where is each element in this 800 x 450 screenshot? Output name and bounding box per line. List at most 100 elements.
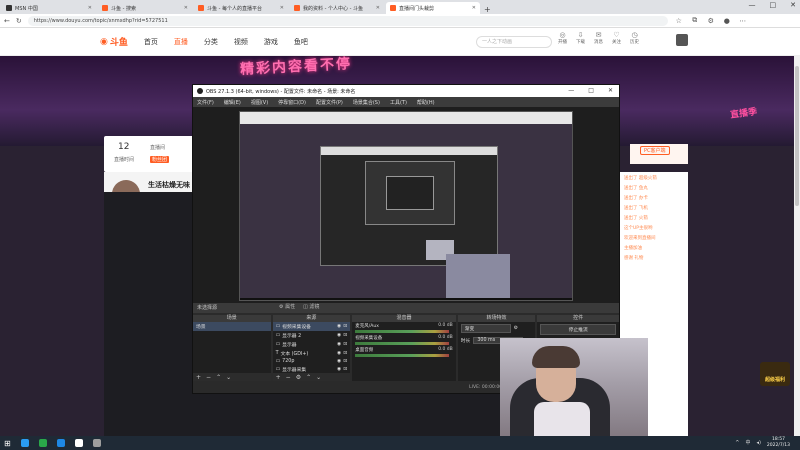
obs-close-button[interactable]: ✕ [608,87,613,94]
lock-icon[interactable]: ⊡ [343,342,347,347]
obs-maximize-button[interactable]: □ [588,87,594,94]
messages-button[interactable]: ✉ 消息 [594,31,603,45]
lock-icon[interactable]: ⊡ [343,324,347,329]
download-button[interactable]: ⇩ 下载 [576,31,585,45]
volume-meter[interactable] [355,342,449,345]
obs-minimize-button[interactable]: — [568,87,574,94]
taskbar-clock[interactable]: 18:57 2022/7/13 [767,437,790,448]
user-avatar[interactable] [676,34,688,46]
gear-icon[interactable]: ⚙ [296,374,301,381]
tray-chevron-icon[interactable]: ^ [735,440,739,446]
more-icon[interactable]: ⋯ [738,17,748,25]
lock-icon[interactable]: ⊡ [343,359,347,364]
star-icon[interactable]: ☆ [674,17,684,25]
close-window-button[interactable]: ✕ [790,1,796,9]
input-method-icon[interactable]: 中 [745,439,750,446]
history-button[interactable]: ◷ 历史 [630,31,639,45]
down-icon[interactable]: ⌄ [316,374,321,381]
obs-preview[interactable] [193,107,619,303]
side-promo-badge[interactable]: 超级福利 [760,362,790,386]
stop-streaming-button[interactable]: 停止推流 [540,324,616,335]
eye-icon[interactable]: ◉ [337,351,341,356]
obs-menu-item[interactable]: 文件(F) [197,99,214,106]
start-live-button[interactable]: ◎ 开播 [558,31,567,45]
volume-icon[interactable]: ◂) [756,440,760,446]
lock-icon[interactable]: ⊡ [343,351,347,356]
obs-menu-item[interactable]: 视图(V) [251,99,268,106]
close-icon[interactable]: ✕ [376,5,380,11]
down-icon[interactable]: ⌄ [226,374,231,381]
properties-button[interactable]: ⚙ 属性 [279,303,295,310]
browser-tab[interactable]: 斗鱼 - 每个人的直播平台 ✕ [194,2,288,14]
refresh-icon[interactable]: ↻ [16,17,22,25]
lock-icon[interactable]: ⊡ [343,333,347,338]
transition-select[interactable]: 渐变 [460,324,511,333]
fan-club-badge[interactable]: 粉丝团 [150,156,170,163]
obs-menu-item[interactable]: 工具(T) [390,99,407,106]
lock-icon[interactable]: ⊡ [343,367,347,372]
up-icon[interactable]: ⌃ [216,374,221,381]
browser-tab[interactable]: 斗鱼 - 搜索 ✕ [98,2,192,14]
maximize-button[interactable]: □ [770,1,777,9]
follow-list-button[interactable]: ♡ 关注 [612,31,621,45]
eye-icon[interactable]: ◉ [337,324,341,329]
new-tab-button[interactable]: + [480,5,495,14]
close-icon[interactable]: ✕ [184,5,188,11]
close-icon[interactable]: ✕ [280,5,284,11]
gear-icon[interactable]: ⚙ [514,326,518,331]
scene-item[interactable]: 场景 [193,322,271,331]
eye-icon[interactable]: ◉ [337,342,341,347]
windows-start-icon[interactable]: ⊞ [4,439,11,448]
taskbar-app-icon[interactable] [74,439,83,447]
obs-menu-item[interactable]: 编辑(E) [224,99,241,106]
preview-canvas[interactable] [239,111,573,301]
nav-category[interactable]: 分类 [204,37,218,47]
add-icon[interactable]: + [196,374,201,381]
volume-meter[interactable] [355,330,449,333]
close-icon[interactable]: ✕ [472,5,476,11]
eye-icon[interactable]: ◉ [337,359,341,364]
obs-menu-item[interactable]: 停靠窗口(D) [278,99,306,106]
taskbar-app-icon[interactable] [38,439,47,447]
scrollbar-thumb[interactable] [795,66,799,206]
obs-menu-item[interactable]: 场景集合(S) [353,99,380,106]
nav-video[interactable]: 视频 [234,37,248,47]
browser-tab[interactable]: MSN 中国 ✕ [2,2,96,14]
source-item[interactable]: ▭ 视频采集设备 ◉ ⊡ [272,322,351,331]
streamer-name[interactable]: 生活枯燥无味 [148,180,190,190]
taskbar-app-icon[interactable] [92,439,101,447]
taskbar-app-icon[interactable] [56,439,65,447]
extensions-icon[interactable]: ⚙ [706,17,716,25]
nav-games[interactable]: 游戏 [264,37,278,47]
browser-tab[interactable]: 我的资料 - 个人中心 - 斗鱼 ✕ [290,2,384,14]
up-icon[interactable]: ⌃ [306,374,311,381]
source-item[interactable]: T 文本 (GDI+) ◉ ⊡ [273,349,351,358]
minimize-button[interactable]: — [749,1,756,9]
source-item[interactable]: ▭ 显示器 ◉ ⊡ [273,340,351,349]
nav-yuba[interactable]: 鱼吧 [294,37,308,47]
add-icon[interactable]: + [276,374,281,381]
remove-icon[interactable]: − [206,374,211,381]
url-input[interactable]: https://www.douyu.com/topic/xnmxdhp?rid=… [27,15,668,26]
obs-menu-item[interactable]: 帮助(H) [417,99,435,106]
nav-home[interactable]: 首页 [144,37,158,47]
page-scrollbar[interactable] [794,56,800,436]
back-icon[interactable]: ← [4,17,10,25]
douyu-logo[interactable]: ◉ 斗鱼 [100,35,128,49]
nav-live[interactable]: 直播 [174,37,188,47]
site-search-input[interactable]: 一人之下动画 [476,36,552,48]
collections-icon[interactable]: ⧉ [690,16,700,25]
browser-tab-active[interactable]: 直播间门头裁剪 ✕ [386,2,480,14]
remove-icon[interactable]: − [286,374,291,381]
obs-menu-item[interactable]: 配置文件(P) [316,99,343,106]
source-item[interactable]: ▭ 720p ◉ ⊡ [273,358,351,365]
profile-icon[interactable]: ● [722,17,732,25]
pc-client-button[interactable]: PC客户端 [640,146,670,155]
taskbar-app-icon[interactable] [20,439,29,447]
eye-icon[interactable]: ◉ [337,367,341,372]
volume-meter[interactable] [355,354,449,357]
filters-button[interactable]: ◫ 滤镜 [303,303,319,310]
close-icon[interactable]: ✕ [88,5,92,11]
source-item[interactable]: ▭ 显示器 2 ◉ ⊡ [273,331,351,340]
eye-icon[interactable]: ◉ [337,333,341,338]
